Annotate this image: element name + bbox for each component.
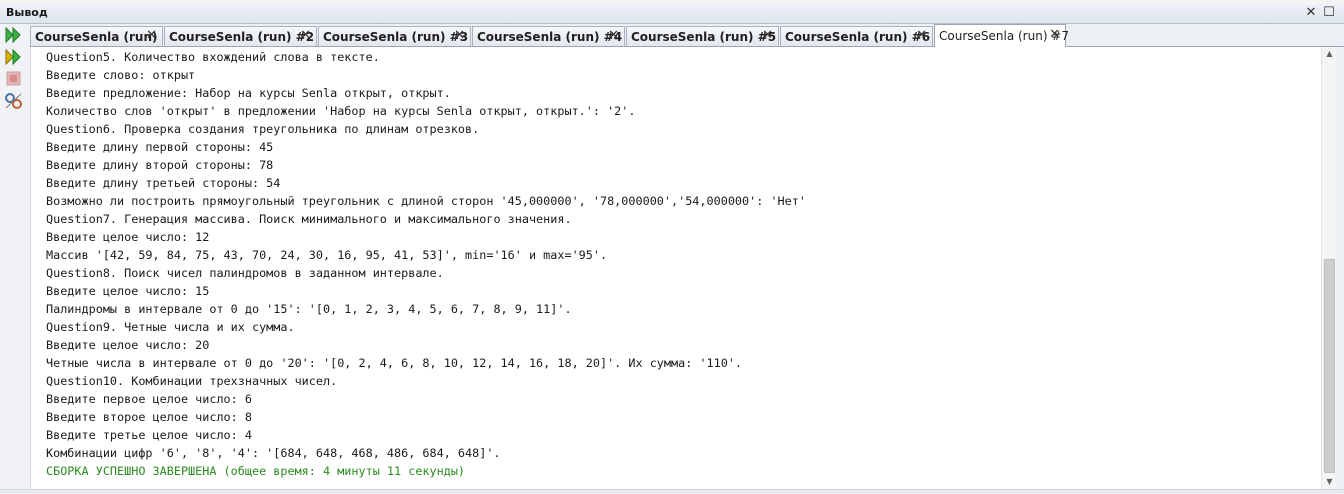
tab-run-1[interactable]: CourseSenla (run) ✕ (30, 26, 163, 46)
vertical-scrollbar[interactable]: ▲ ▼ (1321, 47, 1337, 489)
output-line: Question7. Генерация массива. Поиск мини… (46, 212, 572, 226)
tab-close-icon[interactable]: ✕ (762, 28, 773, 44)
output-line: Question9. Четные числа и их сумма. (46, 320, 295, 334)
right-edge (1336, 47, 1344, 489)
output-console[interactable]: Question5. Количество вхождений слова в … (31, 47, 1321, 489)
scroll-down-icon[interactable]: ▼ (1322, 475, 1337, 489)
window-title: Вывод (6, 6, 48, 19)
settings-icon[interactable] (4, 92, 24, 110)
maximize-window-icon[interactable]: ☐ (1321, 5, 1337, 21)
output-line: Количество слов 'открыт' в предложении '… (46, 104, 636, 118)
output-line: Введите длину второй стороны: 78 (46, 158, 274, 172)
output-line: Введите длину первой стороны: 45 (46, 140, 274, 154)
tab-close-icon[interactable]: ✕ (300, 28, 311, 44)
output-line: Введите длину третьей стороны: 54 (46, 176, 281, 190)
output-line: Введите целое число: 15 (46, 284, 210, 298)
tab-close-icon[interactable]: ✕ (146, 28, 157, 44)
output-line: Комбинации цифр '6', '8', '4': '[684, 64… (46, 446, 501, 460)
bottom-edge (0, 489, 1344, 494)
output-line: Четные числа в интервале от 0 до '20': '… (46, 356, 743, 370)
output-line: Введите предложение: Набор на курсы Senl… (46, 86, 451, 100)
output-line: Введите целое число: 12 (46, 230, 210, 244)
rerun-with-params-icon[interactable] (4, 48, 24, 66)
tab-run-7[interactable]: CourseSenla (run) #7 ✕ (934, 24, 1069, 47)
tab-label: CourseSenla (run) #5 (631, 30, 777, 44)
scroll-up-icon[interactable]: ▲ (1322, 47, 1337, 61)
close-window-icon[interactable]: ✕ (1303, 5, 1319, 21)
output-line: Введите слово: открыт (46, 68, 196, 82)
output-line: Question10. Комбинации трехзначных чисел… (46, 374, 338, 388)
stop-icon[interactable] (4, 70, 24, 88)
output-line: Палиндромы в интервале от 0 до '15': '[0… (46, 302, 572, 316)
output-line: Question6. Проверка создания треугольник… (46, 122, 480, 136)
output-window-title-bar: Вывод ✕ ☐ (0, 4, 1344, 24)
tab-run-3[interactable]: CourseSenla (run) #3 ✕ (318, 26, 471, 46)
output-line: Введите целое число: 20 (46, 338, 210, 352)
tab-close-icon[interactable]: ✕ (454, 28, 465, 44)
tab-run-6[interactable]: CourseSenla (run) #6 ✕ (780, 26, 933, 46)
output-line: Введите второе целое число: 8 (46, 410, 252, 424)
tab-run-4[interactable]: CourseSenla (run) #4 ✕ (472, 26, 625, 46)
rerun-icon[interactable] (4, 26, 24, 44)
output-line: Массив '[42, 59, 84, 75, 43, 70, 24, 30,… (46, 248, 608, 262)
tab-label: CourseSenla (run) #6 (785, 30, 931, 44)
output-line: Возможно ли построить прямоугольный треу… (46, 194, 806, 208)
output-line: Question8. Поиск чисел палиндромов в зад… (46, 266, 444, 280)
tab-label: CourseSenla (run) (35, 30, 158, 44)
tab-row: CourseSenla (run) ✕ CourseSenla (run) #2… (30, 24, 1344, 47)
build-success-line: СБОРКА УСПЕШНО ЗАВЕРШЕНА (общее время: 4… (46, 464, 466, 478)
tab-close-icon[interactable]: ✕ (1049, 27, 1060, 43)
tab-close-icon[interactable]: ✕ (608, 28, 619, 44)
tab-label: CourseSenla (run) #3 (323, 30, 469, 44)
tab-run-5[interactable]: CourseSenla (run) #5 ✕ (626, 26, 779, 46)
output-line: Введите третье целое число: 4 (46, 428, 252, 442)
output-line: Введите первое целое число: 6 (46, 392, 252, 406)
tab-label: CourseSenla (run) #2 (169, 30, 315, 44)
scrollbar-thumb[interactable] (1324, 259, 1335, 473)
tab-close-icon[interactable]: ✕ (916, 28, 927, 44)
tab-label: CourseSenla (run) #4 (477, 30, 623, 44)
output-line: Question5. Количество вхождений слова в … (46, 50, 380, 64)
tab-run-2[interactable]: CourseSenla (run) #2 ✕ (164, 26, 317, 46)
output-toolbar (0, 24, 31, 493)
